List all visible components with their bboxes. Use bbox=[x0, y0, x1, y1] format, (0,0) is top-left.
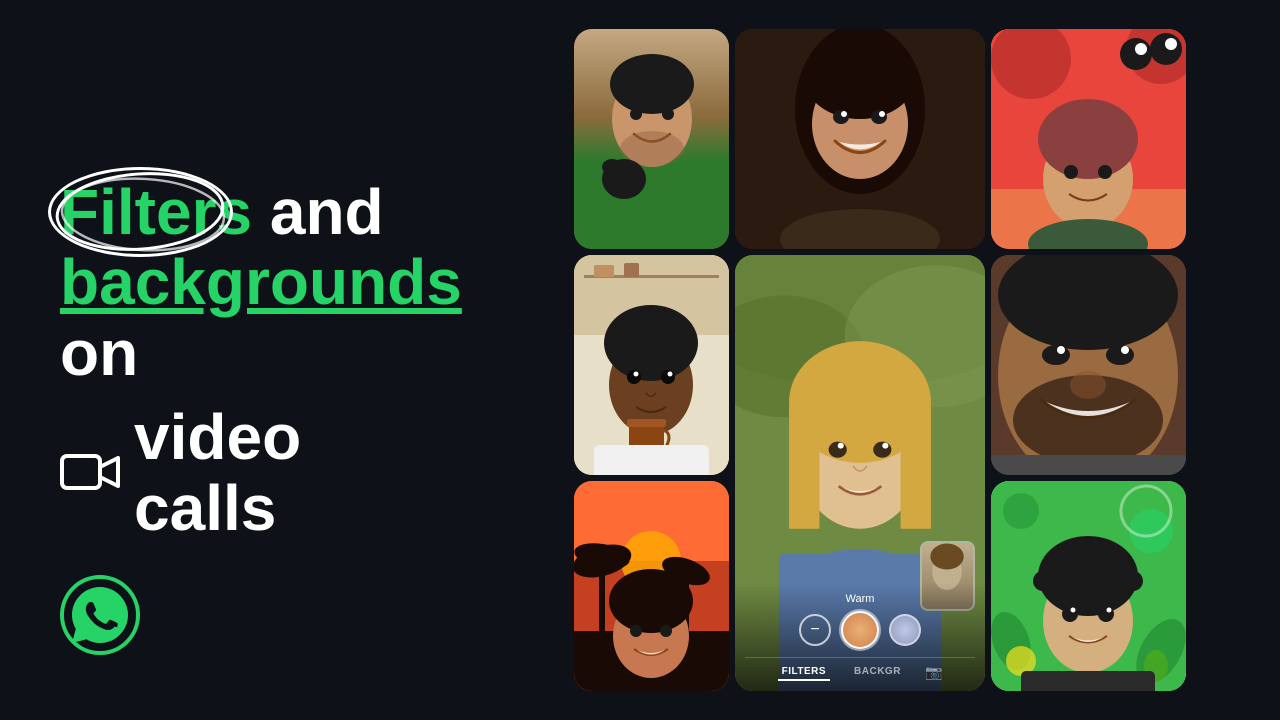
whatsapp-logo bbox=[60, 575, 140, 660]
filter-minus-btn[interactable]: − bbox=[799, 614, 831, 646]
video-cell-cartoon bbox=[991, 29, 1186, 249]
left-section: Filters and backgrounds on video calls bbox=[0, 0, 500, 720]
headline: Filters and backgrounds on bbox=[60, 177, 450, 388]
and-word: and bbox=[252, 176, 384, 248]
filters-word: Filters bbox=[60, 177, 252, 247]
filter-circles: − bbox=[745, 611, 975, 649]
video-cell-man-dog bbox=[574, 29, 729, 249]
filter-tabs: FILTERS BACKGR 📷 bbox=[745, 657, 975, 681]
backgrounds-word: backgrounds bbox=[60, 247, 462, 317]
video-cell-man-smiling bbox=[991, 255, 1186, 475]
filter-tab-filters[interactable]: FILTERS bbox=[778, 664, 830, 681]
video-cell-man-coffee bbox=[574, 255, 729, 475]
filter-tab-backgr[interactable]: BACKGR bbox=[850, 664, 905, 681]
filter-ui: Warm − FILTERS BACKGR 📷 bbox=[735, 583, 985, 691]
filter-warm-circle[interactable] bbox=[841, 611, 879, 649]
video-cell-woman-1 bbox=[735, 29, 985, 249]
video-cell-illustrated-green bbox=[991, 481, 1186, 691]
video-cell-palm-sunset bbox=[574, 481, 729, 691]
right-section: Warm − FILTERS BACKGR 📷 bbox=[500, 0, 1280, 720]
on-word: on bbox=[60, 317, 138, 389]
video-camera-icon bbox=[60, 448, 122, 498]
page-wrapper: Filters and backgrounds on video calls bbox=[0, 0, 1280, 720]
video-grid: Warm − FILTERS BACKGR 📷 bbox=[574, 29, 1186, 691]
video-calls-line: video calls bbox=[60, 402, 450, 543]
video-calls-text: video calls bbox=[134, 402, 450, 543]
camera-icon[interactable]: 📷 bbox=[925, 664, 942, 681]
video-cell-main-filter: Warm − FILTERS BACKGR 📷 bbox=[735, 255, 985, 691]
filter-cool-circle[interactable] bbox=[889, 614, 921, 646]
filter-label: Warm bbox=[745, 593, 975, 605]
